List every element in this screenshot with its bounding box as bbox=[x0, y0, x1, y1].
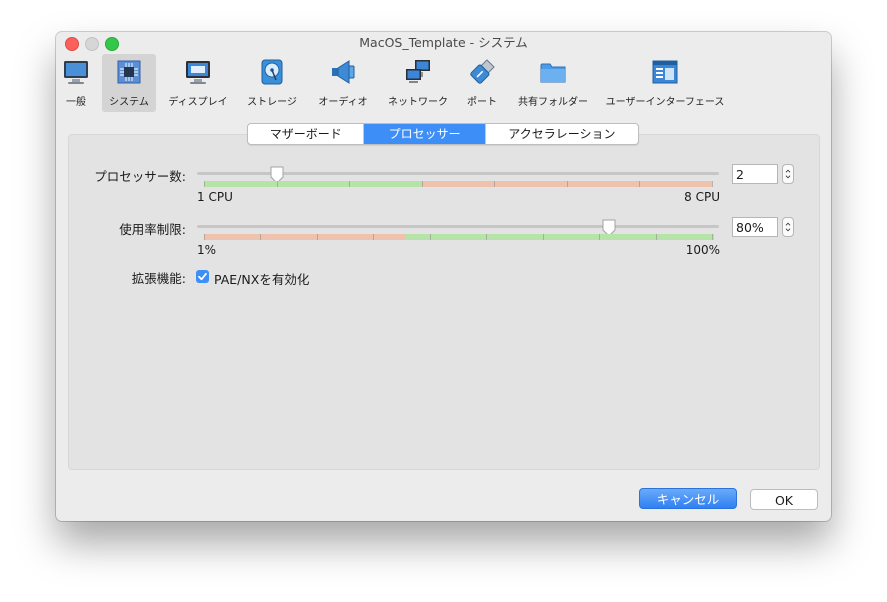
cap-tick bbox=[260, 234, 261, 240]
execution-cap-label: 使用率制限: bbox=[119, 222, 186, 237]
tab-processor[interactable]: プロセッサー bbox=[364, 124, 485, 144]
extended-features-label: 拡張機能: bbox=[131, 271, 186, 286]
ui-window-icon bbox=[652, 60, 678, 84]
cap-tick bbox=[599, 234, 600, 240]
toolbar-item-label: ポート bbox=[467, 97, 497, 108]
toolbar-item-label: ユーザーインターフェース bbox=[605, 97, 725, 108]
folder-icon bbox=[540, 63, 566, 83]
cancel-button[interactable]: キャンセル bbox=[639, 488, 737, 509]
speaker-icon bbox=[332, 60, 355, 84]
pae-nx-label[interactable]: PAE/NXを有効化 bbox=[214, 269, 309, 288]
cap-tick bbox=[656, 234, 657, 240]
cap-tick bbox=[543, 234, 544, 240]
ok-button[interactable]: OK bbox=[750, 489, 818, 510]
cap-tick bbox=[373, 234, 374, 240]
toolbar-item-label: ストレージ bbox=[247, 97, 297, 108]
toolbar-item-display[interactable]: ディスプレイ bbox=[164, 54, 232, 112]
cpu-tick bbox=[277, 181, 278, 187]
toolbar-item-label: ネットワーク bbox=[388, 97, 448, 108]
toolbar-item-label: オーディオ bbox=[318, 97, 368, 108]
cpu-count-label: プロセッサー数: bbox=[94, 169, 186, 184]
zoom-button[interactable] bbox=[105, 37, 119, 51]
window-title: MacOS_Template - システム bbox=[359, 35, 528, 50]
cpu-count-stepper[interactable] bbox=[782, 164, 794, 184]
display-icon bbox=[186, 61, 210, 84]
cpu-count-input[interactable]: 2 bbox=[732, 164, 778, 184]
toolbar-item-storage[interactable]: ストレージ bbox=[242, 54, 302, 112]
toolbar-item-label: 共有フォルダー bbox=[518, 97, 588, 108]
toolbar-item-network[interactable]: ネットワーク bbox=[384, 54, 452, 112]
toolbar-item-general[interactable]: 一般 bbox=[56, 54, 96, 112]
cap-tick bbox=[204, 234, 205, 240]
cpu-tick bbox=[204, 181, 205, 187]
cap-min-label: 1% bbox=[197, 243, 217, 257]
cap-warning-zone bbox=[204, 234, 405, 240]
cpu-tick bbox=[349, 181, 350, 187]
window-titlebar[interactable]: MacOS_Template - システム bbox=[56, 32, 831, 54]
toolbar-item-ports[interactable]: ポート bbox=[460, 54, 504, 112]
cpu-safe-zone bbox=[204, 181, 422, 187]
toolbar-item-audio[interactable]: オーディオ bbox=[312, 54, 374, 112]
cpu-tick bbox=[422, 181, 423, 187]
hard-disk-icon bbox=[261, 59, 283, 85]
execution-cap-slider-track[interactable] bbox=[197, 225, 719, 228]
cap-tick bbox=[430, 234, 431, 240]
execution-cap-stepper[interactable] bbox=[782, 217, 794, 237]
toolbar-item-shared-folders[interactable]: 共有フォルダー bbox=[514, 54, 592, 112]
pae-nx-checkbox[interactable] bbox=[196, 270, 209, 283]
close-button[interactable] bbox=[65, 37, 79, 51]
toolbar-item-user-interface[interactable]: ユーザーインターフェース bbox=[600, 54, 730, 112]
monitor-general-icon bbox=[64, 61, 88, 84]
minimize-button[interactable] bbox=[85, 37, 99, 51]
cap-tick bbox=[712, 234, 713, 240]
toolbar-item-label: システム bbox=[109, 97, 149, 108]
cpu-tick bbox=[639, 181, 640, 187]
cap-safe-zone bbox=[405, 234, 714, 240]
cpu-tick bbox=[494, 181, 495, 187]
chip-icon bbox=[117, 60, 141, 84]
settings-toolbar: 一般 システム ディスプレイ ストレージ オーディオ ネットワーク ポート 共有… bbox=[56, 54, 831, 112]
cap-tick bbox=[486, 234, 487, 240]
execution-cap-input[interactable]: 80% bbox=[732, 217, 778, 237]
cap-max-label: 100% bbox=[685, 243, 720, 257]
cpu-min-label: 1 CPU bbox=[197, 190, 233, 204]
network-icon bbox=[406, 60, 430, 83]
cap-tick bbox=[317, 234, 318, 240]
settings-window: MacOS_Template - システム 一般 システム ディスプレイ ストレ… bbox=[56, 32, 831, 521]
cpu-tick bbox=[712, 181, 713, 187]
toolbar-item-label: ディスプレイ bbox=[168, 97, 228, 108]
tab-acceleration[interactable]: アクセラレーション bbox=[484, 124, 638, 144]
usb-plug-icon bbox=[470, 59, 495, 84]
cpu-max-label: 8 CPU bbox=[684, 190, 720, 204]
toolbar-item-system[interactable]: システム bbox=[102, 54, 156, 112]
tab-motherboard[interactable]: マザーボード bbox=[248, 124, 365, 144]
tab-bar: マザーボード プロセッサー アクセラレーション bbox=[247, 123, 639, 145]
cpu-tick bbox=[567, 181, 568, 187]
toolbar-item-label: 一般 bbox=[66, 97, 86, 108]
